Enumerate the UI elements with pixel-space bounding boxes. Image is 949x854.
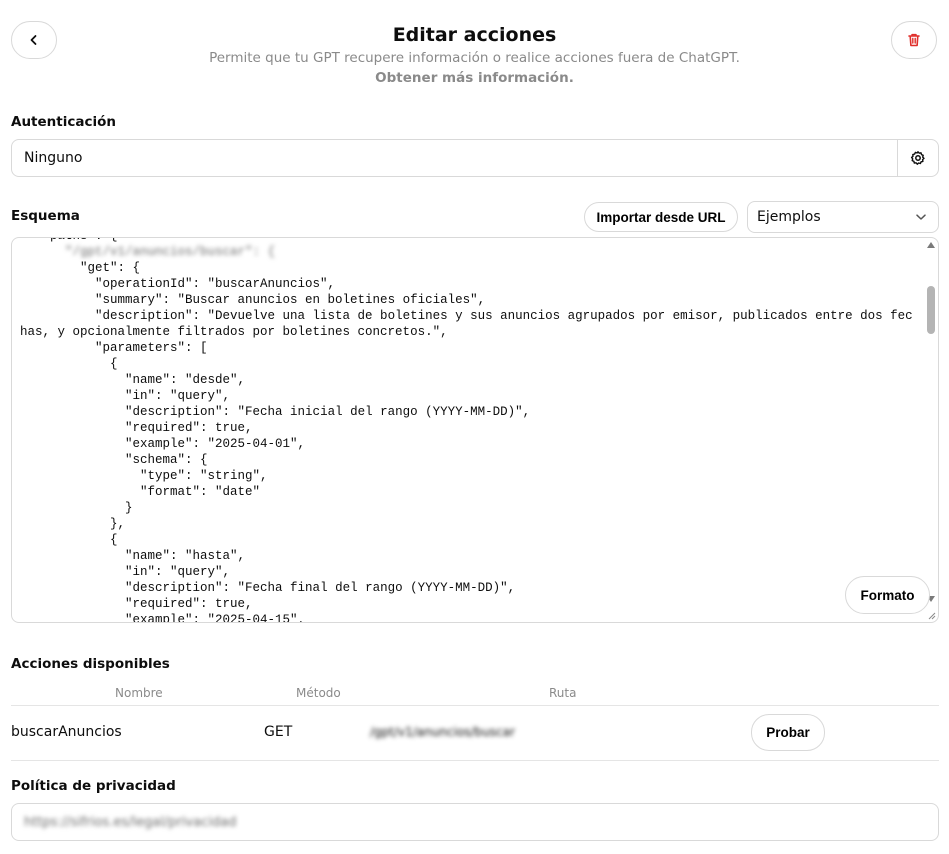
code-line: } xyxy=(20,501,133,515)
actions-label: Acciones disponibles xyxy=(11,656,170,672)
page-subtitle: Permite que tu GPT recupere información … xyxy=(209,50,740,66)
gear-icon xyxy=(910,151,925,165)
code-line: "example": "2025-04-15", xyxy=(20,613,306,623)
code-line: paths": { xyxy=(20,238,915,244)
code-line: "get": { xyxy=(20,261,141,275)
code-line: }, xyxy=(20,517,126,531)
code-line: "required": true, xyxy=(20,597,253,611)
privacy-url-input[interactable]: https://sifrios.es/legal/privacidad xyxy=(11,803,939,841)
schema-editor[interactable]: paths": { "/gpt/v1/anuncios/buscar": { "… xyxy=(11,237,939,623)
schema-label: Esquema xyxy=(11,208,80,224)
table-divider-bottom xyxy=(11,760,939,761)
scroll-up-arrow-icon[interactable] xyxy=(927,242,935,248)
code-line: { xyxy=(20,533,118,547)
code-line: "name": "hasta", xyxy=(20,549,246,563)
privacy-url-value: https://sifrios.es/legal/privacidad xyxy=(24,814,237,830)
delete-button[interactable] xyxy=(891,21,937,59)
code-line: "/gpt/v1/anuncios/buscar": { xyxy=(20,245,276,259)
action-path: /gpt/v1/anuncios/buscar xyxy=(370,725,515,739)
scroll-thumb[interactable] xyxy=(927,286,935,334)
code-line: "format": "date" xyxy=(20,485,261,499)
format-button[interactable]: Formato xyxy=(845,576,930,614)
resize-grip-icon[interactable] xyxy=(926,610,936,620)
code-line: "example": "2025-04-01", xyxy=(20,437,306,451)
code-line: "description": "Devuelve una lista de bo… xyxy=(20,309,913,339)
table-divider xyxy=(11,705,939,706)
chevron-down-icon xyxy=(916,214,926,220)
auth-field[interactable]: Ninguno xyxy=(11,139,939,177)
examples-select-value: Ejemplos xyxy=(757,209,821,225)
privacy-label: Política de privacidad xyxy=(11,778,176,794)
code-line: "summary": "Buscar anuncios en boletines… xyxy=(20,293,486,307)
schema-code[interactable]: paths": { "/gpt/v1/anuncios/buscar": { "… xyxy=(20,238,915,623)
import-url-button[interactable]: Importar desde URL xyxy=(584,202,738,232)
code-line: "in": "query", xyxy=(20,389,231,403)
code-line: "parameters": [ xyxy=(20,341,208,355)
schema-scrollbar[interactable] xyxy=(924,238,938,622)
column-header-method: Método xyxy=(296,686,341,700)
column-header-path: Ruta xyxy=(549,686,577,700)
code-line: "description": "Fecha inicial del rango … xyxy=(20,405,531,419)
auth-label: Autenticación xyxy=(11,114,116,130)
trash-icon xyxy=(908,33,920,47)
code-line: "operationId": "buscarAnuncios", xyxy=(20,277,336,291)
examples-select[interactable]: Ejemplos xyxy=(747,201,939,233)
code-line: "in": "query", xyxy=(20,565,231,579)
action-name: buscarAnuncios xyxy=(11,724,122,740)
column-header-name: Nombre xyxy=(115,686,163,700)
code-line: "name": "desde", xyxy=(20,373,246,387)
code-line: { xyxy=(20,357,118,371)
auth-settings-button[interactable] xyxy=(897,140,938,176)
page-title: Editar acciones xyxy=(392,24,557,46)
learn-more-link[interactable]: Obtener más información. xyxy=(0,70,949,86)
code-line: "description": "Fecha final del rango (Y… xyxy=(20,581,516,595)
code-line: "schema": { xyxy=(20,453,208,467)
code-line: "type": "string", xyxy=(20,469,268,483)
code-line: "required": true, xyxy=(20,421,253,435)
try-action-button[interactable]: Probar xyxy=(751,714,825,751)
auth-value: Ninguno xyxy=(24,150,83,166)
action-method: GET xyxy=(264,724,293,740)
